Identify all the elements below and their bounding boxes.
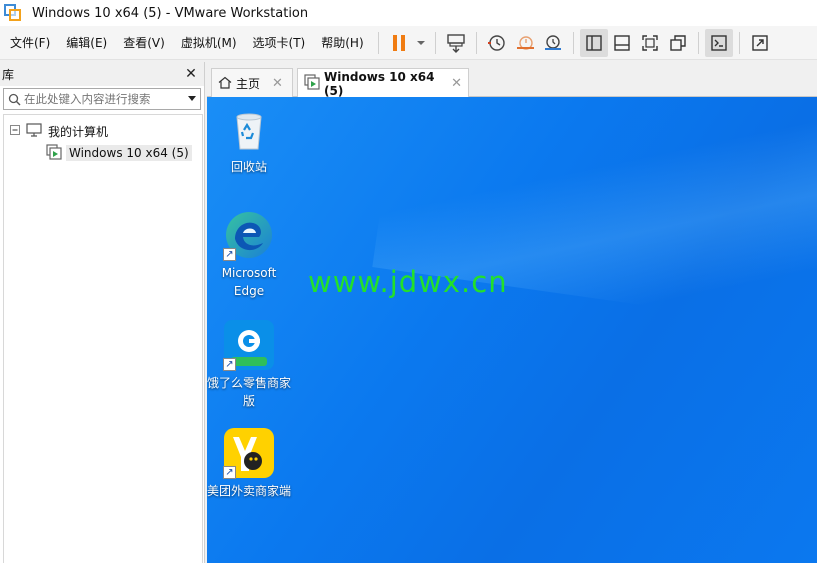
library-search [3, 88, 201, 110]
collapse-icon[interactable] [10, 124, 20, 138]
tab-home[interactable]: 主页 ✕ [211, 68, 293, 98]
library-header: 库 ✕ [0, 62, 204, 86]
desktop-icon-edge[interactable]: ↗ Microsoft Edge [207, 209, 291, 300]
fullscreen-icon[interactable] [636, 29, 664, 57]
library-title: 库 [2, 67, 15, 82]
thumbnail-view-icon[interactable] [608, 29, 636, 57]
library-tree: 我的计算机 Windows 10 x64 (5) [3, 114, 203, 563]
search-icon [4, 93, 24, 106]
toolbar-separator [697, 31, 699, 54]
toolbar-separator [475, 31, 477, 54]
menu-vm[interactable]: 虚拟机(M) [173, 26, 245, 60]
tab-vm[interactable]: Windows 10 x64 (5) ✕ [297, 68, 469, 98]
menu-edit[interactable]: 编辑(E) [58, 26, 115, 60]
send-keys-icon[interactable] [442, 29, 470, 57]
window-title: Windows 10 x64 (5) - VMware Workstation [32, 5, 309, 21]
eleme-retail-icon: ↗ [223, 319, 275, 371]
shortcut-arrow-icon: ↗ [223, 248, 236, 261]
tree-item-my-computer[interactable]: 我的计算机 [10, 121, 108, 141]
menu-help[interactable]: 帮助(H) [313, 26, 371, 60]
close-icon[interactable]: ✕ [184, 66, 198, 82]
chevron-down-icon[interactable] [184, 95, 200, 103]
edge-icon: ↗ [223, 209, 275, 261]
vmware-app-icon [4, 4, 22, 22]
watermark-text: www.jdwx.cn [308, 265, 508, 299]
tab-vm-label: Windows 10 x64 (5) [324, 69, 435, 98]
tree-label-my-computer: 我的计算机 [48, 124, 109, 139]
menu-view[interactable]: 查看(V) [115, 26, 173, 60]
pause-icon[interactable] [385, 29, 413, 57]
tree-item-vm[interactable]: Windows 10 x64 (5) [46, 143, 192, 163]
tab-bar: 主页 ✕ Windows 10 x64 (5) ✕ [207, 62, 817, 98]
desktop-icon-label: 回收站 [230, 160, 267, 174]
desktop-icon-label: Microsoft Edge [221, 266, 277, 298]
revert-snapshot-icon[interactable] [511, 29, 539, 57]
desktop-icon-label: 饿了么零售商家版 [207, 376, 292, 408]
toolbar-separator [738, 31, 740, 54]
shortcut-arrow-icon: ↗ [223, 358, 236, 371]
close-icon[interactable]: ✕ [451, 76, 462, 91]
dropdown-icon[interactable] [413, 29, 429, 57]
shortcut-arrow-icon: ↗ [223, 466, 236, 479]
close-icon[interactable]: ✕ [272, 76, 283, 91]
menu-file[interactable]: 文件(F) [0, 26, 58, 60]
desktop-icon-label: 美团外卖商家端 [207, 484, 292, 498]
vm-icon [46, 143, 62, 163]
computer-icon [26, 122, 42, 140]
desktop-icon-recycle-bin[interactable]: 回收站 [207, 103, 291, 176]
wallpaper-light-beam [372, 97, 817, 365]
menu-tabs[interactable]: 选项卡(T) [245, 26, 314, 60]
toolbar-separator [434, 31, 436, 54]
home-icon [218, 76, 232, 92]
stretch-icon[interactable] [746, 29, 774, 57]
snapshot-manager-icon[interactable] [539, 29, 567, 57]
library-view-icon[interactable] [579, 28, 608, 57]
vm-desktop[interactable]: 回收站 ↗ Microsoft Edge ↗ 饿了么零售商家版 ↗ 美团外卖商家… [207, 97, 817, 563]
unity-icon[interactable] [664, 29, 692, 57]
console-icon[interactable] [704, 28, 733, 57]
tree-label-vm: Windows 10 x64 (5) [66, 145, 192, 161]
meituan-waimai-icon: ↗ [223, 427, 275, 479]
menu-toolbar: 文件(F) 编辑(E) 查看(V) 虚拟机(M) 选项卡(T) 帮助(H) [0, 26, 817, 60]
desktop-icon-meituan[interactable]: ↗ 美团外卖商家端 [207, 427, 291, 500]
recycle-bin-icon [223, 103, 275, 155]
search-input[interactable] [24, 92, 184, 106]
title-bar: Windows 10 x64 (5) - VMware Workstation [0, 0, 817, 26]
snapshot-icon[interactable] [483, 29, 511, 57]
desktop-icon-eleme[interactable]: ↗ 饿了么零售商家版 [207, 319, 291, 410]
toolbar-separator [572, 31, 574, 54]
tab-home-label: 主页 [236, 77, 261, 91]
library-panel: 库 ✕ 我的计算机 Windows 10 x64 (5) [0, 62, 205, 563]
vm-icon [304, 74, 320, 93]
toolbar-separator [377, 31, 379, 54]
